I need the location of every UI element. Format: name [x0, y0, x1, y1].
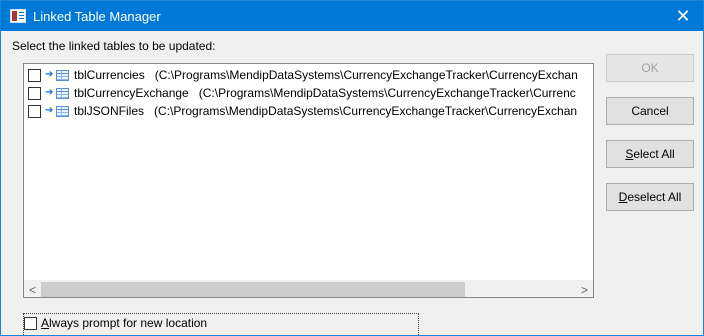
linked-table-icon — [56, 69, 69, 81]
link-arrow-icon: ➔ — [45, 69, 54, 80]
always-prompt-checkbox[interactable] — [24, 317, 37, 330]
always-prompt-accel: A — [41, 316, 50, 330]
scroll-right-icon[interactable]: > — [576, 281, 593, 298]
linked-table-icon — [56, 87, 69, 99]
window-title: Linked Table Manager — [33, 8, 161, 24]
linked-table-icon — [56, 105, 69, 117]
table-name: tblJSONFiles — [74, 104, 145, 118]
deselect-all-label: eselect All — [627, 190, 682, 204]
select-all-accel: S — [625, 147, 634, 161]
table-path: (C:\Programs\MendipDataSystems\CurrencyE… — [154, 68, 578, 82]
table-row[interactable]: ➔ tblCurrencyExchange (C:\Programs\Mendip… — [24, 84, 593, 102]
deselect-all-accel: D — [618, 190, 628, 204]
table-row[interactable]: ➔ tblJSONFiles (C:\Programs\MendipDataSys… — [24, 102, 593, 120]
linked-table-manager-icon — [10, 9, 26, 23]
ok-button[interactable]: OK — [606, 54, 694, 82]
select-all-label: elect All — [633, 147, 675, 161]
select-all-button[interactable]: Select All — [606, 140, 694, 168]
table-checkbox[interactable] — [28, 68, 41, 82]
link-arrow-icon: ➔ — [45, 87, 54, 98]
linked-table-manager-dialog: Linked Table Manager ✕ Select the linked… — [0, 0, 704, 336]
table-name: tblCurrencies — [74, 68, 145, 82]
deselect-all-button[interactable]: Deselect All — [606, 183, 694, 211]
horizontal-scrollbar[interactable]: < > — [24, 280, 593, 297]
table-checkbox[interactable] — [28, 86, 41, 100]
scroll-left-icon[interactable]: < — [24, 281, 41, 298]
table-checkbox[interactable] — [28, 104, 41, 118]
table-name: tblCurrencyExchange — [74, 86, 189, 100]
table-path: (C:\Programs\MendipDataSystems\CurrencyE… — [198, 86, 576, 100]
scrollbar-thumb[interactable] — [41, 282, 465, 297]
link-arrow-icon: ➔ — [45, 105, 54, 116]
always-prompt-option[interactable]: Always prompt for new location — [23, 313, 419, 336]
always-prompt-label-rest: lways prompt for new location — [49, 316, 208, 330]
always-prompt-label: Always prompt for new location — [41, 316, 207, 330]
table-path: (C:\Programs\MendipDataSystems\CurrencyE… — [154, 104, 578, 118]
linked-tables-list[interactable]: ➔ tblCurrencies (C:\Programs\MendipDataSy… — [23, 63, 594, 298]
select-tables-label: Select the linked tables to be updated: — [12, 39, 216, 53]
cancel-button[interactable]: Cancel — [606, 97, 694, 125]
title-bar[interactable]: Linked Table Manager ✕ — [1, 1, 703, 31]
close-icon[interactable]: ✕ — [663, 1, 703, 31]
table-row[interactable]: ➔ tblCurrencies (C:\Programs\MendipDataSy… — [24, 66, 593, 84]
